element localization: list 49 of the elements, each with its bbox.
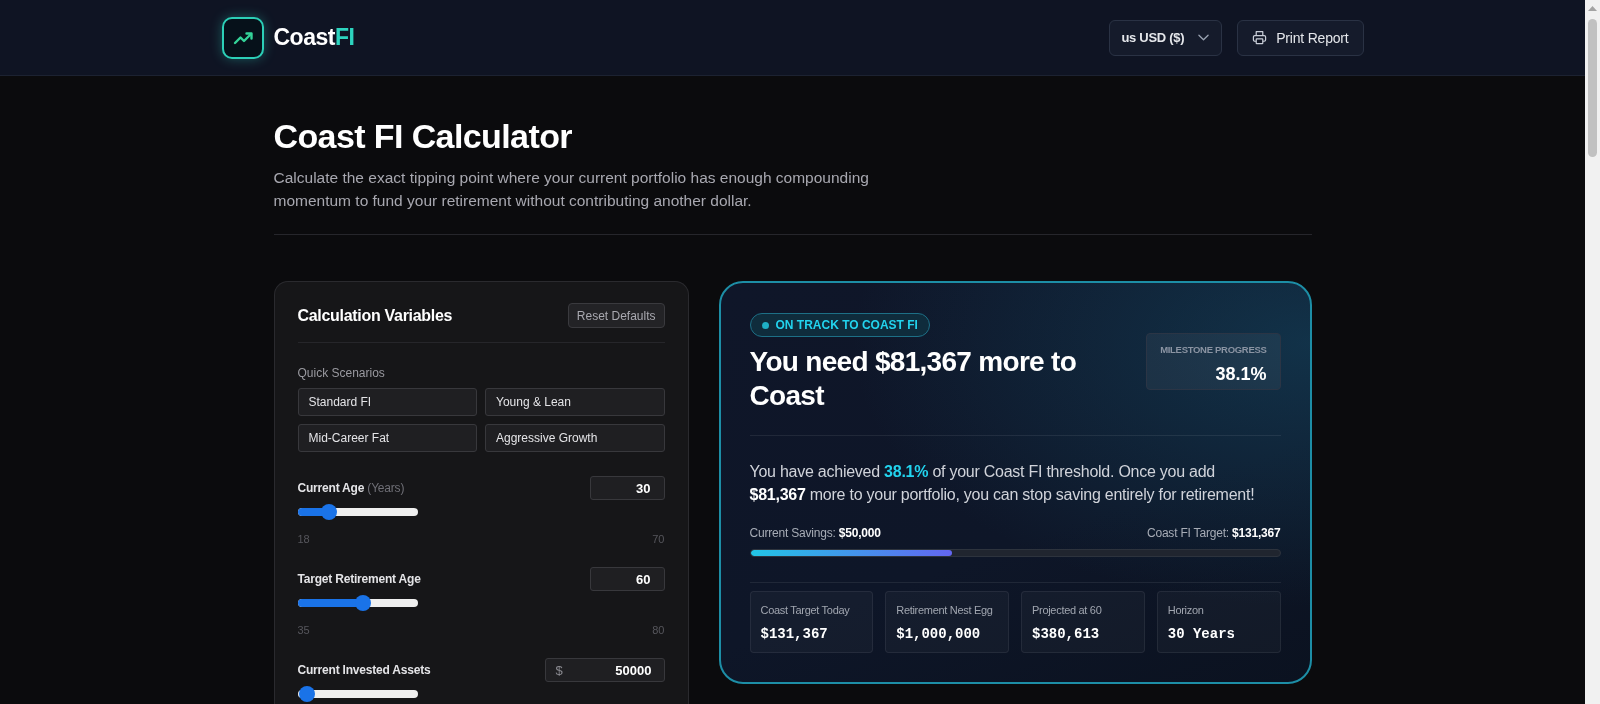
print-button[interactable]: Print Report	[1237, 19, 1364, 56]
field-label: Target Retirement Age	[297, 572, 421, 586]
amount-field[interactable]: $ 50000	[544, 658, 665, 682]
number-field[interactable]: 30	[589, 476, 665, 500]
range-min-label: 18	[297, 532, 310, 546]
badge-text: ON TRACK TO COAST FI	[775, 318, 918, 332]
currency-select[interactable]: us USD ($)	[1109, 19, 1223, 56]
milestone-value: 38.1%	[1215, 364, 1267, 384]
page-subtitle: Calculate the exact tipping point where your current portfolio has enough compounding momentum to fund your retirement without contributing another dollar.	[273, 168, 870, 211]
scenario-button[interactable]: Aggressive Growth	[485, 424, 665, 452]
stat-value: $1,000,000	[896, 625, 981, 643]
coast-target-label: Coast FI Target: $131,367	[1146, 525, 1281, 541]
stat-label: Coast Target Today	[760, 603, 850, 617]
field-label: Current Age (Years)	[297, 481, 405, 495]
range-max-label: 80	[652, 623, 665, 637]
slider-thumb[interactable]	[298, 686, 315, 702]
scenario-button[interactable]: Young & Lean	[485, 388, 665, 416]
status-dot-icon	[761, 321, 769, 329]
stat-value: $380,613	[1032, 625, 1100, 643]
printer-icon	[1252, 30, 1268, 45]
scenario-button[interactable]: Mid-Career Fat	[297, 424, 477, 452]
stat-value: 30 Years	[1167, 625, 1235, 643]
scenario-button[interactable]: Standard FI	[297, 388, 477, 416]
range-max-label: 70	[652, 532, 665, 546]
reset-button[interactable]: Reset Defaults	[567, 303, 665, 328]
result-headline: You need $81,367 more to Coast	[749, 345, 1078, 413]
range-slider[interactable]	[297, 686, 418, 702]
range-slider[interactable]	[297, 504, 418, 520]
page-title: Coast FI Calculator	[273, 116, 572, 156]
chevron-down-icon	[1198, 34, 1210, 41]
range-slider[interactable]	[297, 595, 418, 611]
stat-value: $131,367	[760, 625, 828, 643]
stat-label: Projected at 60	[1032, 603, 1102, 617]
milestone-label: MILESTONE PROGRESS	[1160, 344, 1267, 356]
field-label: Current Invested Assets	[297, 663, 431, 677]
result-summary: You have achieved 38.1% of your Coast FI threshold. Once you add $81,367 more to your portfolio, you can stop saving entirely for retirement!	[749, 462, 1256, 505]
slider-thumb[interactable]	[321, 504, 338, 520]
stat-label: Horizon	[1167, 603, 1204, 617]
section-label: Quick Scenarios	[297, 365, 385, 381]
scrollbar-thumb[interactable]	[1588, 19, 1597, 157]
current-savings-label: Current Savings: $50,000	[749, 525, 881, 541]
stat-label: Retirement Nest Egg	[896, 603, 993, 617]
trending-up-icon	[221, 16, 264, 59]
logo-text: CoastFI	[273, 24, 355, 51]
scrollbar[interactable]	[1585, 0, 1600, 704]
slider-thumb[interactable]	[355, 595, 372, 611]
panel-title: Calculation Variables	[297, 306, 453, 325]
number-field[interactable]: 60	[589, 567, 665, 591]
range-min-label: 35	[297, 623, 310, 637]
